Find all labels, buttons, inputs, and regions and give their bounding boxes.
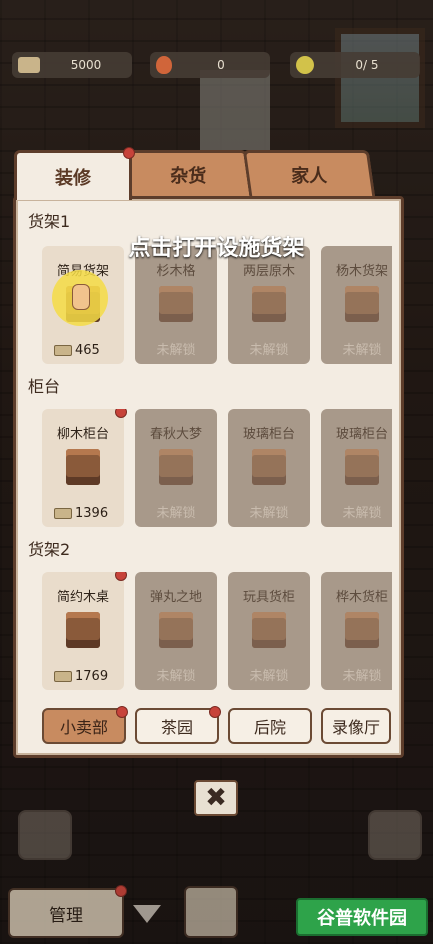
- expand-arrow-icon[interactable]: [133, 905, 161, 923]
- category-store[interactable]: 小卖部: [42, 706, 128, 744]
- category-backyard[interactable]: 后院: [228, 708, 312, 744]
- counter-art: [66, 449, 100, 485]
- shelf-art: [252, 612, 286, 648]
- notification-dot: [116, 706, 128, 718]
- fire-value: 0: [217, 58, 225, 72]
- category-label: 茶园: [160, 718, 193, 737]
- money-value: 5000: [70, 58, 102, 72]
- tab-label: 杂货: [170, 165, 207, 187]
- item-card[interactable]: 柳木柜台 1396: [42, 409, 127, 527]
- money-icon: [54, 345, 72, 356]
- manage-button[interactable]: 管理: [8, 885, 127, 938]
- phone-icon[interactable]: [184, 886, 238, 938]
- fire-icon: [156, 56, 172, 74]
- counter-art: [345, 449, 379, 485]
- locked-label: 未解锁: [156, 343, 196, 358]
- item-card[interactable]: 玻璃柜台 未解锁: [321, 409, 392, 527]
- watermark-logo: 谷普软件园: [296, 898, 428, 936]
- star-counter: 0/ 5: [290, 52, 420, 78]
- locked-label: 未解锁: [249, 343, 289, 358]
- item-name: 玻璃柜台: [335, 427, 388, 442]
- item-name: 两层原木: [242, 264, 295, 279]
- item-name: 杨木货架: [335, 264, 388, 279]
- hand-icon: [72, 284, 90, 310]
- section-title: 柜台: [28, 377, 61, 396]
- notification-dot: [209, 706, 221, 718]
- item-name: 简约木桌: [56, 590, 109, 605]
- notification-dot: [123, 147, 135, 159]
- price-value: 1396: [75, 506, 109, 521]
- item-card[interactable]: 弹丸之地 未解锁: [135, 572, 217, 690]
- category-tea-garden[interactable]: 茶园: [135, 706, 221, 744]
- shelf-art: [345, 286, 379, 322]
- item-name: 玻璃柜台: [242, 427, 295, 442]
- item-price: 1396: [54, 506, 108, 521]
- price-value: 465: [75, 343, 100, 358]
- money-icon: [18, 57, 40, 73]
- panel-tabs: 装修 杂货 家人: [14, 147, 409, 200]
- counter-art: [252, 449, 286, 485]
- locked-label: 未解锁: [249, 669, 289, 684]
- item-card[interactable]: 简约木桌 1769: [42, 572, 127, 690]
- notification-dot: [115, 572, 127, 581]
- item-name: 桦木货柜: [335, 590, 388, 605]
- locked-label: 未解锁: [249, 506, 289, 521]
- category-video-hall[interactable]: 录像厅: [321, 708, 391, 744]
- notification-dot: [115, 409, 127, 418]
- item-card[interactable]: 杉木格 未解锁: [135, 246, 217, 364]
- star-icon: [296, 56, 314, 74]
- tutorial-hint: 点击打开设施货架: [128, 236, 305, 261]
- item-card[interactable]: 两层原木 未解锁: [228, 246, 310, 364]
- shelf2-row: 简约木桌 1769 弹丸之地 未解锁 玩具货柜 未解锁 桦木货柜 未解锁: [42, 572, 392, 694]
- tab-groceries[interactable]: 杂货: [122, 150, 254, 196]
- item-card[interactable]: 春秋大梦 未解锁: [135, 409, 217, 527]
- calendar-icon[interactable]: [18, 810, 72, 860]
- item-card[interactable]: 杨木货架 未解锁: [321, 246, 392, 364]
- locked-label: 未解锁: [342, 506, 382, 521]
- tab-decoration[interactable]: 装修: [14, 147, 135, 200]
- tutorial-pointer: [52, 270, 108, 326]
- price-value: 1769: [75, 669, 109, 684]
- section-title: 货架2: [28, 540, 71, 559]
- locked-label: 未解锁: [342, 343, 382, 358]
- counter-art: [159, 449, 193, 485]
- locked-label: 未解锁: [156, 669, 196, 684]
- tab-label: 家人: [291, 165, 328, 187]
- item-name: 杉木格: [156, 264, 196, 279]
- item-price: 465: [54, 343, 100, 358]
- counter-row: 柳木柜台 1396 春秋大梦 未解锁 玻璃柜台 未解锁 玻璃柜台 未解锁: [42, 409, 392, 531]
- money-counter: 5000: [12, 52, 132, 78]
- item-name: 玩具货柜: [242, 590, 295, 605]
- star-value: 0/ 5: [355, 58, 379, 72]
- locked-label: 未解锁: [156, 506, 196, 521]
- shelf-art: [159, 286, 193, 322]
- item-card[interactable]: 桦木货柜 未解锁: [321, 572, 392, 690]
- item-name: 弹丸之地: [149, 590, 202, 605]
- tab-label: 装修: [55, 167, 91, 189]
- locked-label: 未解锁: [342, 669, 382, 684]
- item-price: 1769: [54, 669, 108, 684]
- notepad-icon[interactable]: [368, 810, 422, 860]
- tab-family[interactable]: 家人: [242, 150, 376, 196]
- shelf-art: [252, 286, 286, 322]
- shelf-art: [345, 612, 379, 648]
- fire-counter: 0: [150, 52, 270, 78]
- category-label: 小卖部: [59, 718, 108, 737]
- category-label: 录像厅: [331, 718, 380, 737]
- close-button[interactable]: ✖: [194, 780, 238, 816]
- money-icon: [54, 671, 72, 682]
- item-card[interactable]: 玻璃柜台 未解锁: [228, 409, 310, 527]
- item-name: 春秋大梦: [149, 427, 202, 442]
- category-label: 后院: [253, 718, 286, 737]
- item-card[interactable]: 玩具货柜 未解锁: [228, 572, 310, 690]
- table-art: [66, 612, 100, 648]
- notification-dot: [115, 885, 127, 897]
- shelf-art: [159, 612, 193, 648]
- manage-label: 管理: [49, 905, 83, 926]
- item-name: 柳木柜台: [56, 427, 109, 442]
- section-title: 货架1: [28, 212, 71, 231]
- money-icon: [54, 508, 72, 519]
